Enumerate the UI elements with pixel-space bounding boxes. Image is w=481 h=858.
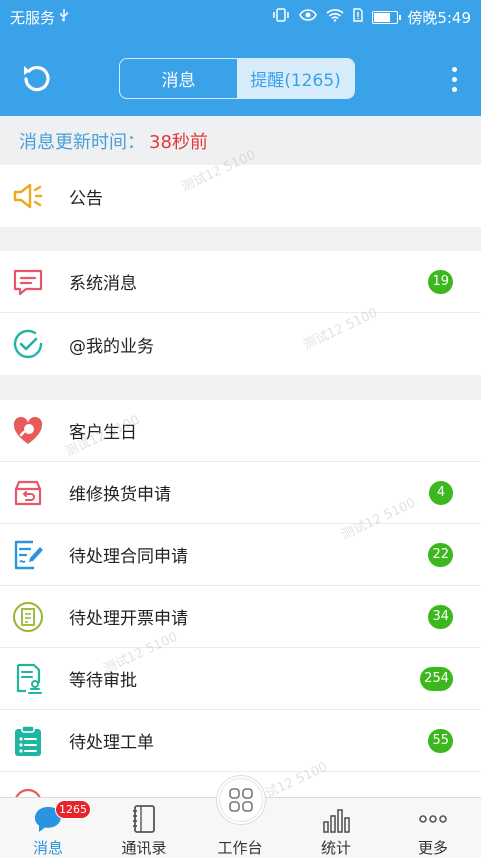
business-section: 客户生日 维修换货申请 4 待处理合同申请 22 待处理开票申请 34 等待审批… xyxy=(0,400,481,834)
list-item-label: 客户生日 xyxy=(69,423,137,443)
count-badge: 22 xyxy=(428,542,453,567)
list-item-label: 系统消息 xyxy=(69,274,137,294)
carrier-text: 无服务 xyxy=(10,8,56,27)
count-badge: 55 xyxy=(428,728,453,753)
update-time-label: 消息更新时间： xyxy=(19,131,145,153)
more-vertical-icon xyxy=(451,66,457,72)
contract-edit-icon xyxy=(14,540,43,570)
workbench-center-button[interactable] xyxy=(219,778,263,822)
return-box-icon xyxy=(14,480,42,506)
refresh-icon xyxy=(24,65,50,92)
tab-bar-label: 统计 xyxy=(320,839,351,857)
announcement-section: 公告 xyxy=(0,165,481,227)
list-item-my-business[interactable]: @我的业务 xyxy=(0,313,481,375)
status-bar: 无服务 傍晚5:49 xyxy=(0,0,481,34)
list-item-customer-birthday[interactable]: 客户生日 xyxy=(0,400,481,462)
clipboard-list-icon xyxy=(15,725,41,756)
tab-bar-label: 工作台 xyxy=(217,839,263,857)
count-badge: 4 xyxy=(429,480,453,505)
list-item-label: 待处理工单 xyxy=(69,733,154,753)
vibrate-icon xyxy=(272,8,290,26)
chat-bubble-icon xyxy=(13,269,43,296)
count-badge: 19 xyxy=(428,269,453,294)
tab-bar-more[interactable]: 更多 xyxy=(385,798,481,858)
megaphone-icon xyxy=(13,183,43,209)
list-item-announcement[interactable]: 公告 xyxy=(0,165,481,227)
header-segmented-control: 消息 提醒(1265) xyxy=(119,58,355,99)
wifi-icon xyxy=(326,8,344,26)
list-item-label: 公告 xyxy=(69,188,103,209)
invoice-icon xyxy=(13,602,43,632)
contacts-book-icon xyxy=(133,805,155,833)
heart-icon xyxy=(13,416,43,444)
list-item-repair-exchange[interactable]: 维修换货申请 4 xyxy=(0,462,481,524)
refresh-button[interactable] xyxy=(16,58,56,98)
approval-stamp-icon xyxy=(16,663,42,694)
list-item-label: @我的业务 xyxy=(69,336,154,357)
list-item-label: 等待审批 xyxy=(69,671,137,691)
update-time-value: 38秒前 xyxy=(149,131,208,153)
check-circle-icon xyxy=(13,329,43,359)
tab-bar-messages[interactable]: 1265 消息 xyxy=(0,798,96,858)
list-item-label: 待处理开票申请 xyxy=(69,609,188,629)
tab-reminders-label: 提醒(1265) xyxy=(250,71,341,91)
list-item-label: 维修换货申请 xyxy=(69,485,171,505)
battery-icon xyxy=(372,10,402,24)
tab-bar-label: 通讯录 xyxy=(121,839,167,857)
list-item-awaiting-approval[interactable]: 等待审批 254 xyxy=(0,648,481,710)
list-item-pending-contract[interactable]: 待处理合同申请 22 xyxy=(0,524,481,586)
list-item-pending-work-order[interactable]: 待处理工单 55 xyxy=(0,710,481,772)
system-section: 系统消息 19 @我的业务 xyxy=(0,251,481,375)
tab-bar-contacts[interactable]: 通讯录 xyxy=(96,798,192,858)
tab-reminders[interactable]: 提醒(1265) xyxy=(237,59,354,98)
tab-messages[interactable]: 消息 xyxy=(120,59,237,98)
count-badge: 34 xyxy=(428,604,453,629)
eye-icon xyxy=(299,8,318,26)
tab-badge: 1265 xyxy=(55,800,91,819)
tab-bar-label: 更多 xyxy=(417,839,448,857)
app-header: 消息 提醒(1265) xyxy=(0,34,481,116)
update-time-row: 消息更新时间： 38秒前 xyxy=(0,116,481,165)
tab-bar-statistics[interactable]: 统计 xyxy=(288,798,384,858)
workbench-grid-icon xyxy=(229,788,253,812)
bar-stats-icon xyxy=(323,809,350,833)
list-item-label: 待处理合同申请 xyxy=(69,547,188,567)
usb-icon xyxy=(59,8,69,26)
status-time: 傍晚5:49 xyxy=(407,8,471,27)
tab-messages-label: 消息 xyxy=(161,71,196,91)
more-options-button[interactable] xyxy=(441,62,467,96)
count-badge: 254 xyxy=(420,666,453,691)
sim-icon xyxy=(353,8,364,26)
list-item-pending-invoice[interactable]: 待处理开票申请 34 xyxy=(0,586,481,648)
list-item-system-messages[interactable]: 系统消息 19 xyxy=(0,251,481,313)
tab-bar-label: 消息 xyxy=(32,839,63,857)
more-dots-icon xyxy=(419,815,447,823)
